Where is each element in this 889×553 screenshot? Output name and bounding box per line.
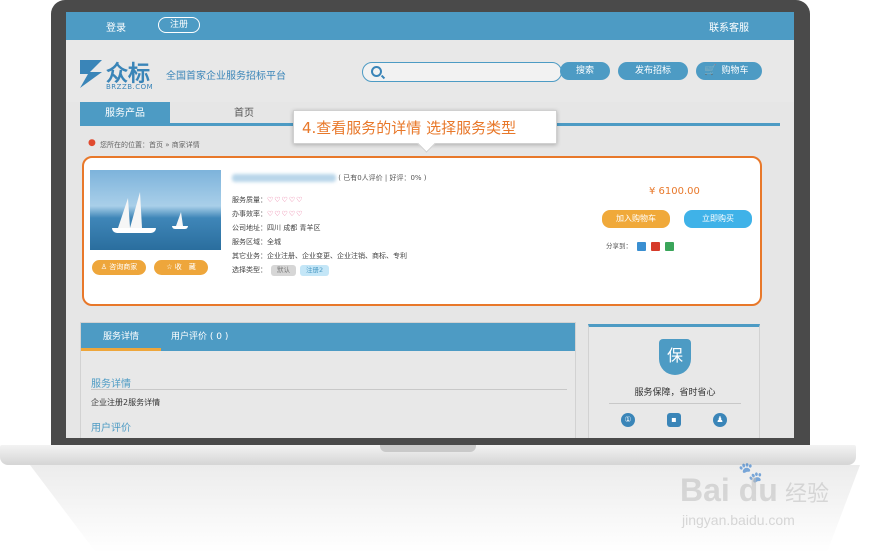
efficiency-hearts: ♡♡♡♡♡ bbox=[267, 210, 304, 218]
other-business-field: 其它业务：企业注册、企业变更、企业注销、商标、专利 bbox=[232, 252, 407, 260]
cart-button[interactable]: 🛒 购物车 bbox=[696, 62, 762, 80]
section-title-reviews: 用户评价 bbox=[91, 423, 131, 434]
boat-hull bbox=[112, 228, 156, 233]
watermark-cn: 经验 bbox=[785, 482, 830, 507]
product-title-line: ( 已有0人评价 | 好评：0% ) bbox=[232, 173, 427, 183]
medal-icon: ① bbox=[621, 413, 635, 427]
cart-icon: 🛒 bbox=[704, 65, 717, 76]
rating-summary: ( 已有0人评价 | 好评：0% ) bbox=[338, 174, 427, 182]
cart-button-label: 购物车 bbox=[721, 66, 749, 76]
register-button[interactable]: 注册 bbox=[158, 17, 200, 33]
lock-icon: ▪ bbox=[667, 413, 681, 427]
guarantee-text: 服务保障，省时省心 bbox=[634, 388, 716, 398]
area-field: 服务区域：全城 bbox=[232, 238, 281, 246]
price: ¥ 6100.00 bbox=[649, 186, 700, 197]
callout-text: 4.查看服务的详情 选择服务类型 bbox=[302, 119, 517, 137]
web-page: 登录 注册 联系客服 众标 BRZZB.COM 全国首家企业服务招标平台 搜索 … bbox=[66, 12, 794, 438]
nav-item-home[interactable]: 首页 bbox=[214, 102, 274, 126]
address-field: 公司地址：四川 成都 青羊区 bbox=[232, 224, 321, 232]
location-pin-icon: ● bbox=[88, 138, 96, 148]
watermark-main: Bai du bbox=[680, 472, 778, 508]
sail-shape bbox=[176, 212, 183, 226]
site-header: 众标 BRZZB.COM 全国首家企业服务招标平台 搜索 发布招标 🛒 购物车 bbox=[66, 40, 794, 102]
add-to-cart-button[interactable]: 加入购物车 bbox=[602, 210, 670, 228]
efficiency-field: 办事效率：♡♡♡♡♡ bbox=[232, 209, 303, 219]
sail-shape bbox=[130, 192, 142, 228]
publish-tender-button[interactable]: 发布招标 bbox=[618, 62, 688, 80]
type-option-register2[interactable]: 注册2 bbox=[300, 265, 330, 276]
sail-shape bbox=[118, 198, 130, 228]
user-icon: ♙ bbox=[100, 263, 110, 271]
section-divider bbox=[91, 389, 567, 390]
breadcrumb: 您所在的位置：首页 » 商家详情 bbox=[100, 141, 200, 149]
tutorial-callout: 4.查看服务的详情 选择服务类型 bbox=[293, 110, 557, 144]
quality-label: 服务质量： bbox=[232, 196, 267, 204]
logo-icon[interactable] bbox=[80, 60, 104, 88]
share-douban-icon[interactable] bbox=[665, 241, 675, 251]
product-card: ♙ 咨询商家 ☆ 收 藏 ( 已有0人评价 | 好评：0% ) 服务质量：♡♡♡… bbox=[82, 156, 762, 306]
site-slogan: 全国首家企业服务招标平台 bbox=[166, 71, 286, 82]
type-option-default[interactable]: 默认 bbox=[271, 265, 296, 276]
user-secure-icon: ♟ bbox=[713, 413, 727, 427]
quality-hearts: ♡♡♡♡♡ bbox=[267, 196, 304, 204]
efficiency-label: 办事效率： bbox=[232, 210, 267, 218]
quality-field: 服务质量：♡♡♡♡♡ bbox=[232, 195, 303, 205]
laptop-screen: 登录 注册 联系客服 众标 BRZZB.COM 全国首家企业服务招标平台 搜索 … bbox=[66, 12, 794, 438]
share-row: 分享到： bbox=[606, 240, 675, 251]
shield-icon: 保 bbox=[659, 339, 691, 375]
laptop-notch bbox=[380, 445, 476, 452]
favorite-button-label: 收 藏 bbox=[174, 263, 196, 271]
detail-panel: 服务详情 用户评价 ( 0 ) 服务详情 企业注册2服务详情 用户评价 bbox=[80, 322, 576, 438]
baidu-watermark: 🐾 Bai du 经验 jingyan.baidu.com bbox=[680, 460, 870, 540]
share-label: 分享到： bbox=[606, 242, 632, 250]
login-link[interactable]: 登录 bbox=[106, 19, 126, 34]
tab-service-detail[interactable]: 服务详情 bbox=[81, 323, 161, 351]
favorite-button[interactable]: ☆ 收 藏 bbox=[154, 260, 208, 275]
guarantee-divider bbox=[609, 403, 741, 404]
detail-tabs: 服务详情 用户评价 ( 0 ) bbox=[81, 323, 575, 351]
product-image bbox=[90, 170, 221, 250]
company-name-blurred bbox=[232, 174, 336, 182]
consult-button-label: 咨询商家 bbox=[109, 263, 138, 271]
star-icon: ☆ bbox=[166, 263, 175, 271]
type-label: 选择类型： bbox=[232, 266, 267, 274]
top-bar: 登录 注册 联系客服 bbox=[66, 12, 794, 40]
search-icon bbox=[371, 66, 382, 77]
search-button[interactable]: 搜索 bbox=[560, 62, 610, 80]
share-qzone-icon[interactable] bbox=[637, 241, 647, 251]
search-input[interactable] bbox=[362, 62, 562, 82]
boat-hull bbox=[172, 226, 188, 229]
logo-domain: BRZZB.COM bbox=[106, 83, 154, 91]
buy-now-button[interactable]: 立即购买 bbox=[684, 210, 752, 228]
detail-text: 企业注册2服务详情 bbox=[91, 398, 161, 407]
consult-merchant-button[interactable]: ♙ 咨询商家 bbox=[92, 260, 146, 275]
type-selector: 选择类型： 默认 注册2 bbox=[232, 265, 330, 276]
share-weibo-icon[interactable] bbox=[651, 241, 661, 251]
tab-user-reviews[interactable]: 用户评价 ( 0 ) bbox=[171, 323, 228, 351]
guarantee-panel: 保 服务保障，省时省心 ① ▪ ♟ bbox=[588, 324, 760, 438]
section-title-detail: 服务详情 bbox=[91, 379, 131, 390]
watermark-url: jingyan.baidu.com bbox=[682, 512, 795, 528]
nav-item-service-products[interactable]: 服务产品 bbox=[80, 102, 170, 126]
contact-service-link[interactable]: 联系客服 bbox=[709, 19, 749, 34]
